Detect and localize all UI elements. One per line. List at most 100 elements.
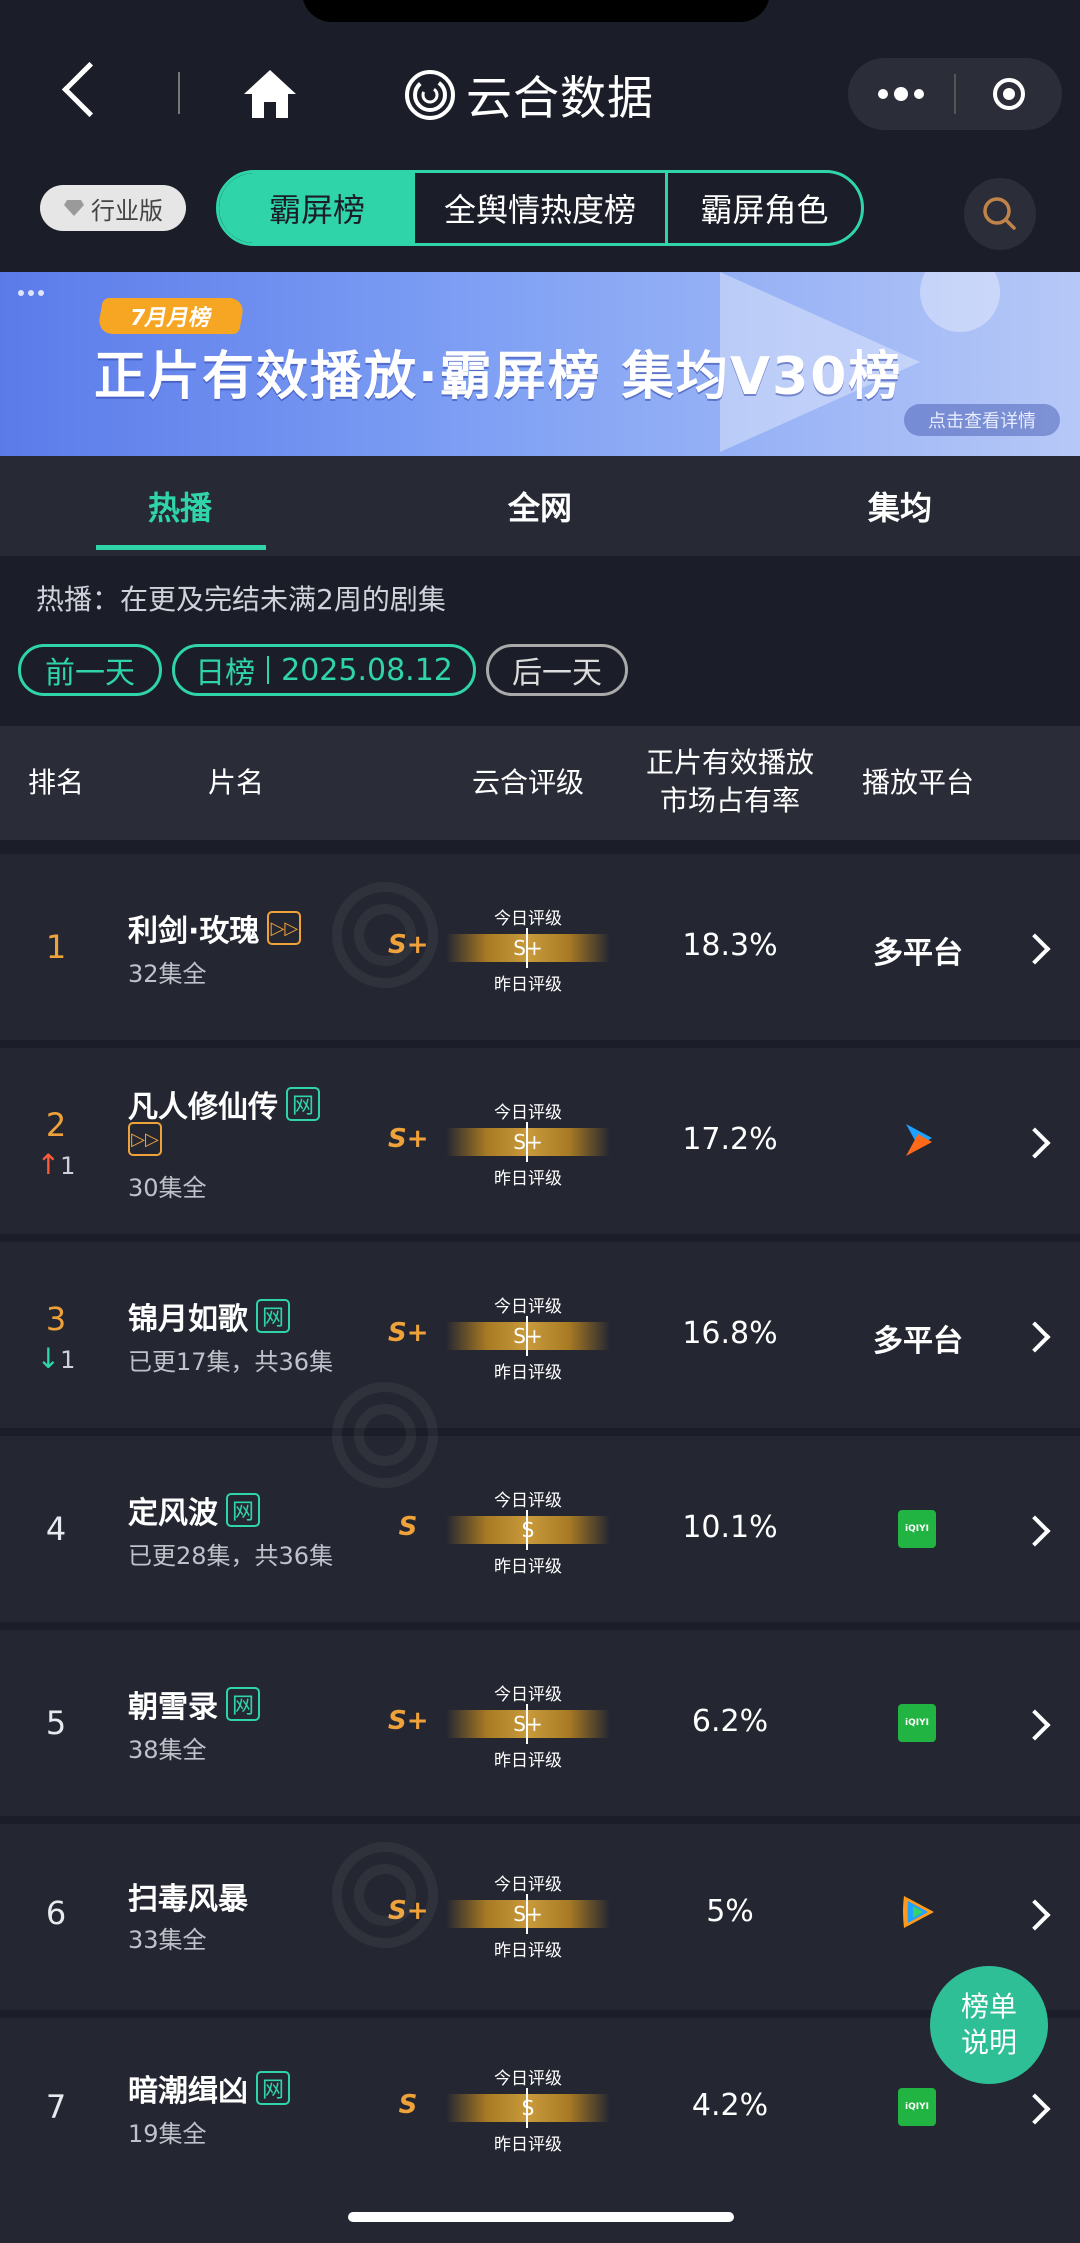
grade-today-label: 今日评级 [494,909,562,929]
rank-trend: ↓1 [0,1342,112,1375]
table-row[interactable]: 2 ↑1 凡人修仙传 网 ▷▷ 30集全 S+ 今日评级 S+ 昨日评级 17.… [0,1048,1080,1234]
brand-title: 云合数据 [466,71,654,125]
row-chevron-icon[interactable] [1019,1899,1051,1931]
grade-yesterday-label: 昨日评级 [494,1751,562,1771]
grade-bar: S+ [446,1316,610,1356]
table-row[interactable]: 4 定风波 网 已更28集，共36集 S 今日评级 S 昨日评级 10.1% i… [0,1436,1080,1622]
previous-day-button[interactable]: 前一天 [18,644,162,696]
table-row[interactable]: 5 朝雪录 网 38集全 S+ 今日评级 S+ 昨日评级 6.2% iQIYI [0,1630,1080,1816]
row-chevron-icon[interactable] [1019,1127,1051,1159]
show-title-text: 扫毒风暴 [128,1882,248,1917]
banner-view-details-button[interactable]: 点击查看详情 [904,404,1060,436]
iqiyi-icon: iQIYI [898,2088,936,2126]
grade-yesterday-label: 昨日评级 [494,1169,562,1189]
header-rank: 排名 [27,766,84,799]
market-share: 17.2% [682,1122,778,1157]
table-row[interactable]: 1 利剑·玫瑰 ▷▷ 32集全 S+ 今日评级 S+ 昨日评级 18.3% 多平… [0,854,1080,1040]
segment-dominance-role[interactable]: 霸屏角色 [668,173,861,243]
show-title-text: 凡人修仙传 [128,1090,278,1125]
grade-today-label: 今日评级 [494,1103,562,1123]
grade-bar: S+ [446,1894,610,1934]
play-badge-icon: ▷▷ [128,1122,162,1156]
tab-per-episode[interactable]: 集均 [720,456,1080,556]
chart-scope-tabs: 热播 全网 集均 [0,456,1080,556]
network-drama-badge: 网 [226,1493,260,1527]
grade-yesterday-label: 昨日评级 [494,975,562,995]
chart-date-value: 2025.08.12 [281,652,453,688]
youku-icon [906,1124,932,1156]
brand-header: 云合数据 [404,62,654,128]
row-chevron-icon[interactable] [1019,1709,1051,1741]
header-grade: 云合评级 [471,766,584,799]
back-arrow-icon[interactable] [61,61,118,118]
tencent-video-icon [903,1896,934,1928]
segment-public-opinion-heat[interactable]: 全舆情热度榜 [415,173,668,243]
header-share-line1: 正片有效播放 [645,746,814,779]
top-navigation-bar: 云合数据 [0,0,1080,150]
row-chevron-icon[interactable] [1019,2093,1051,2125]
platform-label: 多平台 [873,936,963,971]
chart-explanation-button[interactable]: 榜单 说明 [930,1966,1048,2084]
show-title-text: 利剑·玫瑰 [128,914,260,949]
grade-today-label: 今日评级 [494,1875,562,1895]
rank-number: 1 [45,928,67,966]
grade-value: S+ [388,1706,429,1736]
grade-today-label: 今日评级 [494,1491,562,1511]
episode-info: 30集全 [128,1174,207,1202]
show-title: 扫毒风暴 [128,1874,248,1918]
episode-info: 19集全 [128,2120,207,2148]
episode-info: 38集全 [128,1736,207,1764]
header-title: 片名 [207,766,264,799]
date-selector[interactable]: 日榜 2025.08.12 [172,644,476,696]
row-chevron-icon[interactable] [1019,1321,1051,1353]
nav-divider [178,72,180,114]
network-drama-badge: 网 [256,1299,290,1333]
close-miniapp-icon[interactable] [956,78,1062,110]
segment-dominance-chart[interactable]: 霸屏榜 [219,173,415,243]
table-row[interactable]: 3 ↓1 锦月如歌 网 已更17集，共36集 S+ 今日评级 S+ 昨日评级 1… [0,1242,1080,1428]
more-menu-icon[interactable] [848,87,954,101]
table-header: 排名 片名 云合评级 正片有效播放 市场占有率 播放平台 [0,726,1080,840]
trend-up-icon: ↑ [36,1148,61,1181]
grade-yesterday-label: 昨日评级 [494,1557,562,1577]
rank-number: 4 [45,1510,67,1548]
table-row[interactable]: 7 暗潮缉凶 网 19集全 S 今日评级 S 昨日评级 4.2% iQIYI [0,2018,1080,2243]
grade-bar: S+ [446,1122,610,1162]
ranking-type-segmented-control: 霸屏榜 全舆情热度榜 霸屏角色 [216,170,864,246]
grade-bar: S [446,2088,610,2128]
grade-today-label: 今日评级 [494,2069,562,2089]
trend-down-icon: ↓ [36,1342,61,1375]
table-row[interactable]: 6 扫毒风暴 33集全 S+ 今日评级 S+ 昨日评级 5% [0,1824,1080,2010]
grade-bar: S+ [446,1704,610,1744]
grade-value: S+ [388,1318,429,1348]
miniapp-capsule [848,58,1062,130]
industry-edition-badge[interactable]: 行业版 [40,185,186,231]
row-chevron-icon[interactable] [1019,933,1051,965]
header-platform: 播放平台 [861,766,974,799]
tab-whole-network[interactable]: 全网 [360,456,720,556]
header-share-line2: 市场占有率 [659,784,800,817]
chip-divider [267,656,270,684]
show-title: 利剑·玫瑰 ▷▷ [128,906,302,950]
fab-line2: 说明 [960,2026,1017,2059]
home-icon[interactable] [242,68,298,120]
rank-number: 7 [45,2088,67,2126]
search-icon[interactable] [964,178,1036,250]
banner-title: 正片有效播放·霸屏榜 集均V30榜 [94,347,903,407]
show-title: 凡人修仙传 网 [128,1082,320,1126]
show-title-text: 锦月如歌 [128,1302,248,1337]
yunhe-logo-icon [405,70,455,120]
trend-value: 1 [60,1152,76,1180]
network-drama-badge: 网 [256,2071,290,2105]
episode-info: 已更17集，共36集 [128,1348,334,1376]
camera-notch [302,0,770,22]
rank-number: 5 [45,1704,67,1742]
tab-hot-airing[interactable]: 热播 [0,456,360,556]
iqiyi-icon: iQIYI [898,1510,936,1548]
grade-yesterday-label: 昨日评级 [494,1363,562,1383]
row-chevron-icon[interactable] [1019,1515,1051,1547]
platform-label: 多平台 [873,1324,963,1359]
next-day-button[interactable]: 后一天 [486,644,628,696]
grade-value: S+ [388,1124,429,1154]
episode-info: 32集全 [128,960,207,988]
